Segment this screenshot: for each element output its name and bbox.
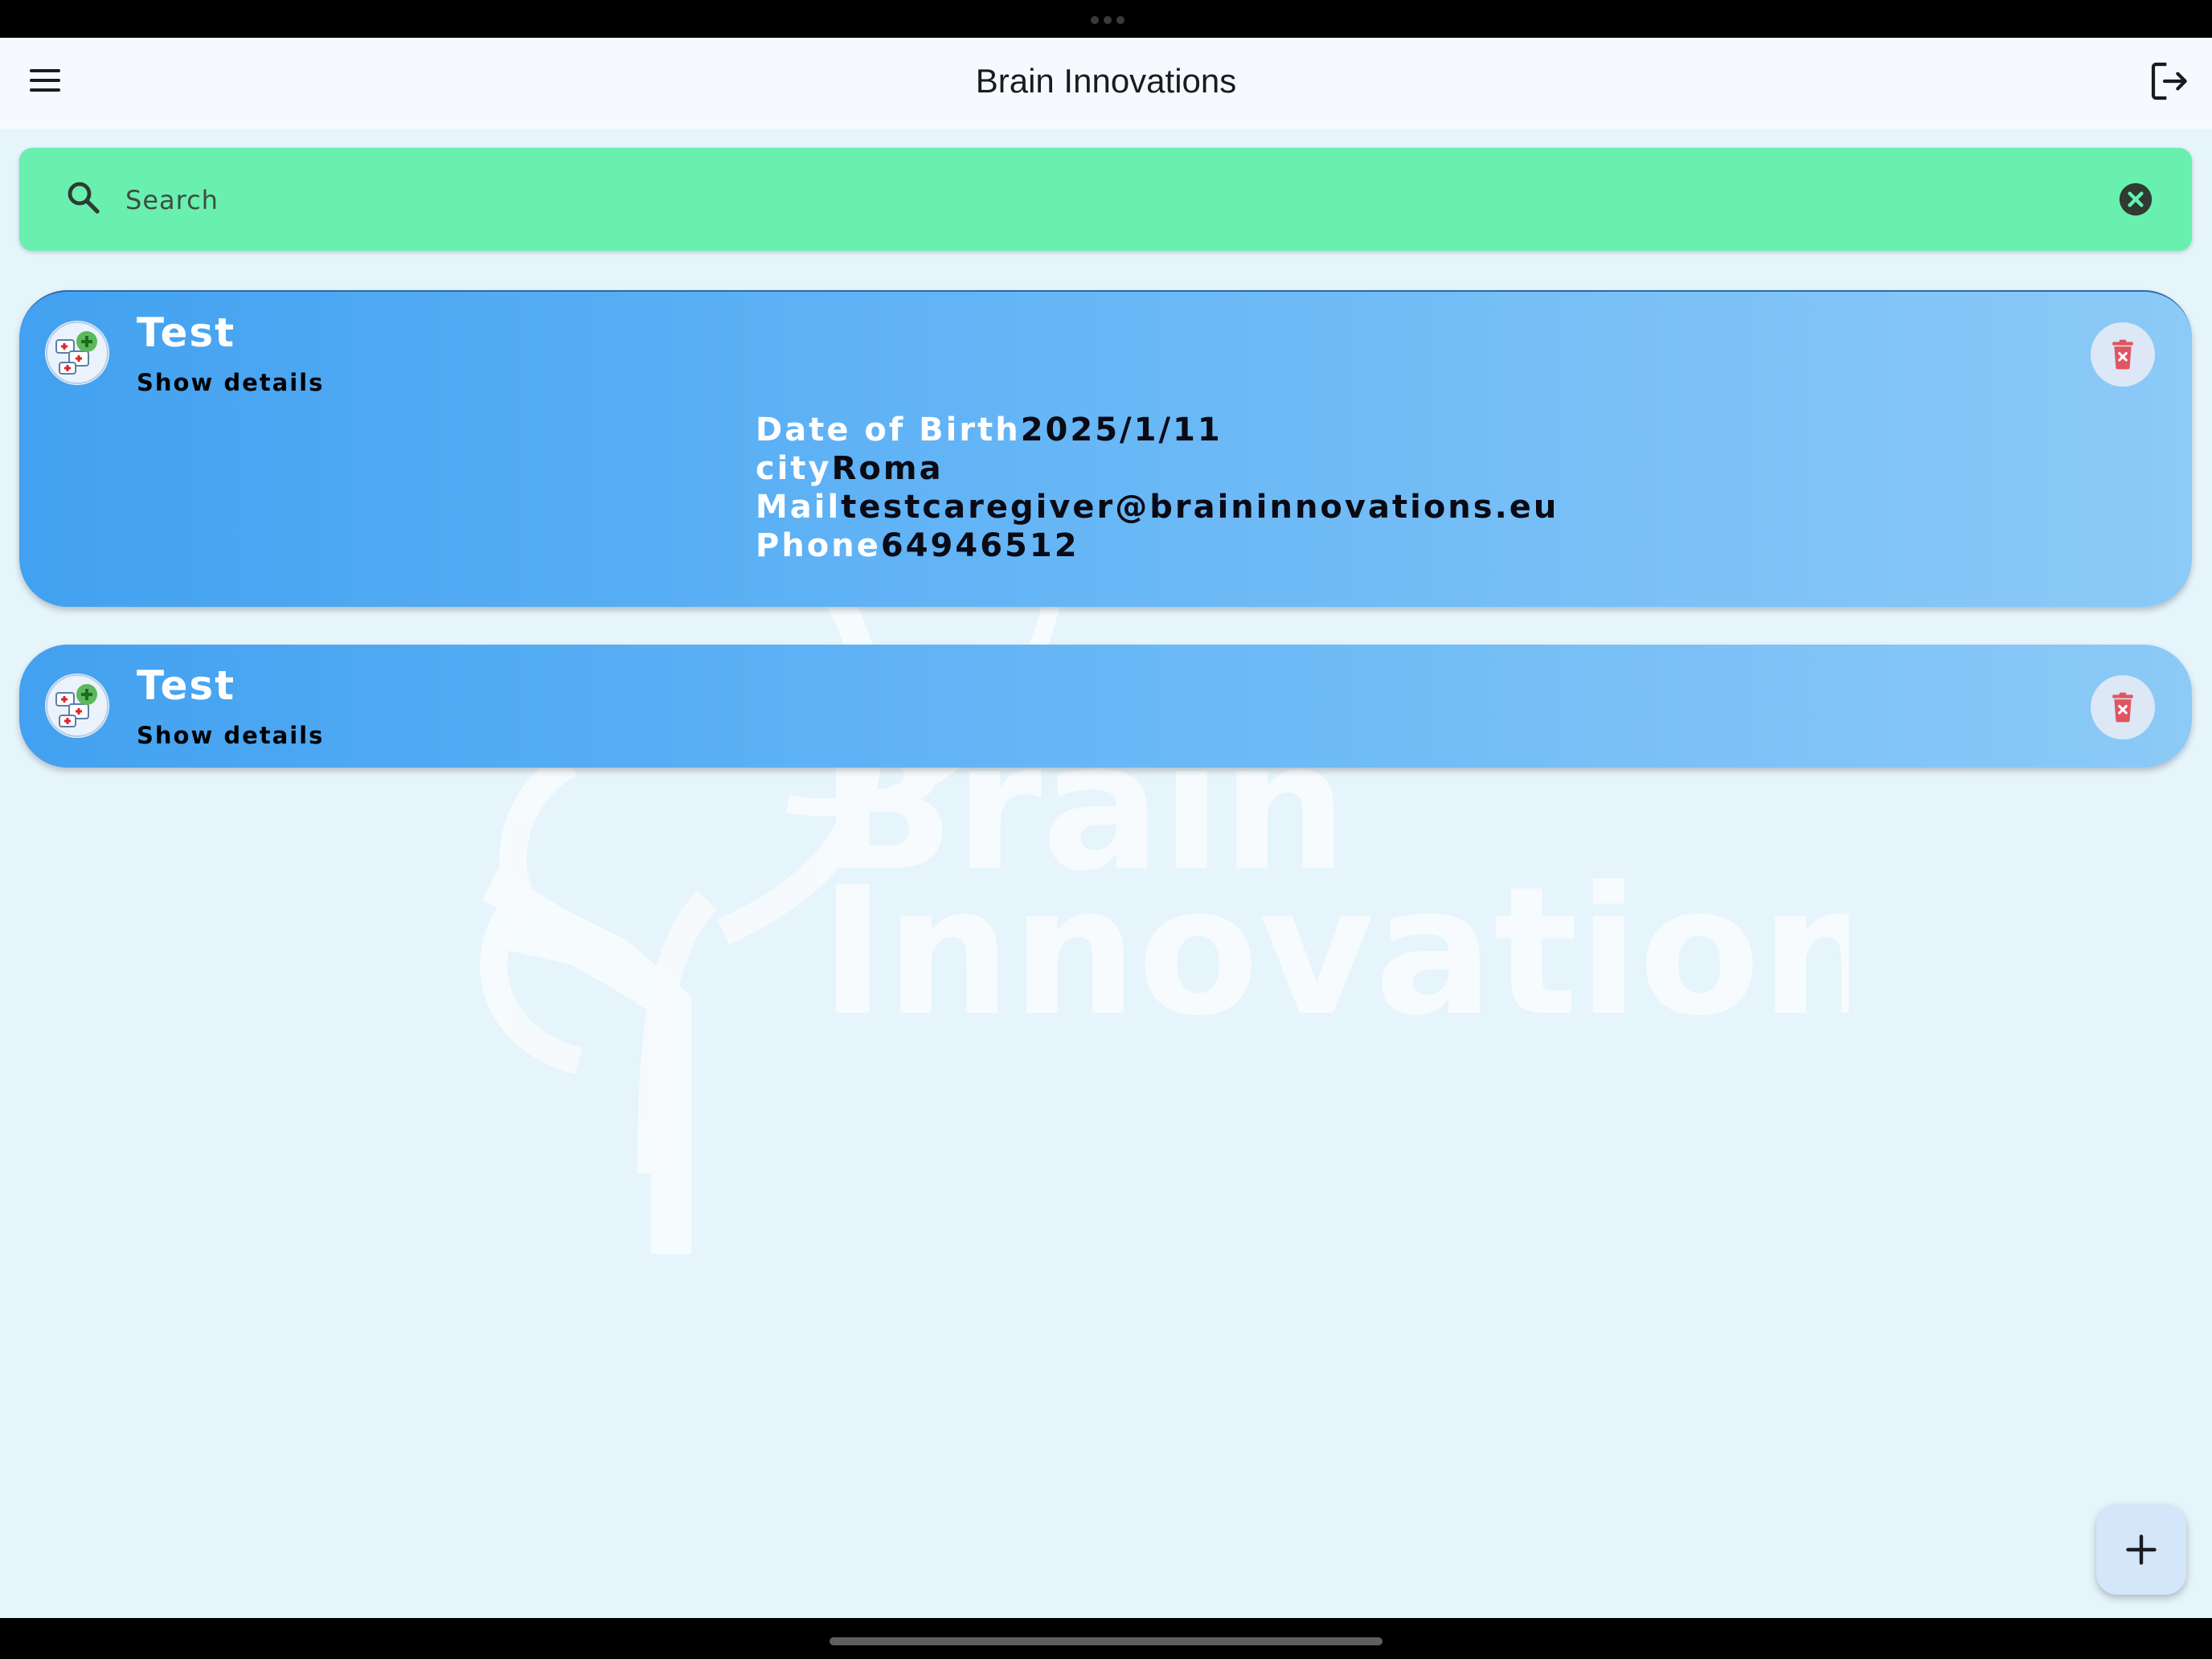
page-title: Brain Innovations: [975, 62, 1237, 100]
detail-row-phone: Phone64946512: [756, 527, 1079, 564]
medical-avatar-icon: [46, 322, 109, 384]
medical-avatar-icon: [46, 674, 109, 737]
caregiver-details: Date of Birth2025/1/11 cityRoma Mailtest…: [756, 411, 1559, 565]
detail-row-mail: Mailtestcaregiver@braininnovations.eu: [756, 489, 1559, 526]
logout-icon[interactable]: [2148, 59, 2193, 104]
detail-row-dob: Date of Birth2025/1/11: [756, 412, 1223, 449]
delete-button[interactable]: [2091, 675, 2155, 739]
plus-icon: [2126, 1534, 2157, 1565]
home-indicator[interactable]: [830, 1637, 1382, 1645]
delete-button[interactable]: [2091, 322, 2155, 387]
add-button[interactable]: [2096, 1505, 2186, 1595]
multitasking-dots[interactable]: [1091, 16, 1124, 24]
show-details-toggle[interactable]: Show details: [137, 722, 324, 749]
search-input[interactable]: [124, 172, 2056, 228]
app-bar: Brain Innovations: [0, 38, 2212, 129]
card-title: Test: [137, 662, 236, 709]
system-navigation-bar: [0, 1618, 2212, 1659]
search-bar: [19, 148, 2192, 251]
show-details-toggle[interactable]: Show details: [137, 369, 324, 396]
avatar: [45, 321, 109, 385]
caregiver-card[interactable]: Test Show details Date of Birth2025/1/11…: [19, 290, 2192, 607]
delete-icon: [2112, 692, 2133, 723]
search-icon: [68, 182, 100, 214]
avatar: [45, 674, 109, 738]
card-title: Test: [137, 309, 236, 356]
watermark-line-2: Innovations: [820, 849, 1849, 1055]
delete-icon: [2112, 339, 2133, 370]
status-bar: [0, 0, 2212, 38]
caregiver-card[interactable]: Test Show details: [19, 645, 2192, 768]
clear-icon[interactable]: [2118, 182, 2153, 217]
detail-row-city: cityRoma: [756, 450, 944, 487]
